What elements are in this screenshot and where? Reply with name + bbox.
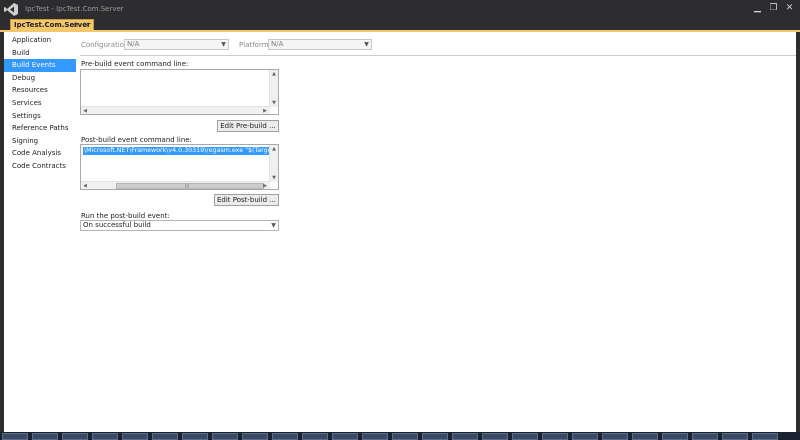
taskbar-start-button[interactable] (2, 433, 28, 440)
taskbar-app-button[interactable] (392, 433, 418, 440)
pin-icon[interactable]: ⊕ (73, 21, 79, 29)
nav-item-build[interactable]: Build (4, 47, 76, 60)
property-nav: Application Build Build Events Debug Res… (4, 34, 76, 173)
nav-item-code-analysis[interactable]: Code Analysis (4, 147, 76, 160)
nav-item-signing[interactable]: Signing (4, 135, 76, 148)
taskbar-app-button[interactable] (272, 433, 298, 440)
taskbar-app-button[interactable] (32, 433, 58, 440)
edit-postbuild-button[interactable]: Edit Post-build ... (214, 194, 279, 206)
scrollbar-thumb[interactable] (116, 183, 264, 189)
platform-label: Platform: (239, 41, 271, 49)
taskbar-app-button[interactable] (632, 433, 658, 440)
scroll-left-icon[interactable]: ◀ (81, 182, 89, 189)
taskbar-app-button[interactable] (692, 433, 718, 440)
taskbar-app-button[interactable] (722, 433, 748, 440)
taskbar-app-button[interactable] (302, 433, 328, 440)
project-properties-page: Application Build Build Events Debug Res… (4, 32, 796, 432)
taskbar-app-button[interactable] (452, 433, 478, 440)
taskbar-app-button[interactable] (122, 433, 148, 440)
prebuild-command-input[interactable]: ▲ ▼ ◀ ▶ (80, 69, 279, 115)
postbuild-label: Post-build event command line: (81, 136, 192, 144)
platform-value: N/A (271, 40, 284, 48)
taskbar-app-button[interactable] (212, 433, 238, 440)
taskbar (0, 432, 800, 440)
taskbar-app-button[interactable] (422, 433, 448, 440)
scroll-right-icon[interactable]: ▶ (261, 107, 269, 114)
scroll-left-icon[interactable]: ◀ (81, 107, 89, 114)
run-postbuild-label: Run the post-build event: (81, 212, 170, 220)
scroll-up-icon[interactable]: ▲ (270, 145, 278, 153)
edit-prebuild-button[interactable]: Edit Pre-build ... (217, 120, 279, 132)
taskbar-app-button[interactable] (62, 433, 88, 440)
prebuild-vertical-scrollbar[interactable]: ▲ ▼ (269, 70, 278, 107)
nav-item-application[interactable]: Application (4, 34, 76, 47)
nav-item-settings[interactable]: Settings (4, 110, 76, 123)
run-postbuild-value: On successful build (83, 221, 151, 229)
chevron-down-icon: ▼ (221, 41, 226, 48)
postbuild-command-input[interactable]: \Microsoft.NET\Framework\v4.0.30319\rega… (80, 144, 279, 190)
scroll-up-icon[interactable]: ▲ (270, 70, 278, 78)
run-postbuild-select[interactable]: On successful build ▼ (80, 220, 279, 231)
nav-item-services[interactable]: Services (4, 97, 76, 110)
platform-select[interactable]: N/A ▼ (268, 39, 372, 50)
close-tab-icon[interactable]: × (83, 20, 90, 29)
close-window-icon[interactable]: ✕ (783, 2, 796, 15)
visual-studio-logo-icon (4, 3, 18, 16)
taskbar-app-button[interactable] (662, 433, 688, 440)
postbuild-command-text: \Microsoft.NET\Framework\v4.0.30319\rega… (83, 147, 278, 155)
nav-item-code-contracts[interactable]: Code Contracts (4, 160, 76, 173)
taskbar-app-button[interactable] (152, 433, 178, 440)
taskbar-app-button[interactable] (92, 433, 118, 440)
document-tab-label: IpcTest.Com.Server (14, 21, 91, 29)
minimize-icon[interactable]: ▁ (751, 2, 764, 15)
prebuild-horizontal-scrollbar[interactable]: ◀ ▶ (81, 106, 270, 114)
taskbar-app-button[interactable] (542, 433, 568, 440)
title-bar: IpcTest - IpcTest.Com.Server ▁ ❐ ✕ (0, 0, 800, 19)
postbuild-vertical-scrollbar[interactable]: ▲ ▼ (269, 145, 278, 182)
taskbar-app-button[interactable] (182, 433, 208, 440)
restore-icon[interactable]: ❐ (767, 2, 780, 15)
scroll-down-icon[interactable]: ▼ (270, 99, 278, 107)
window-title: IpcTest - IpcTest.Com.Server (25, 5, 124, 13)
prebuild-label: Pre-build event command line: (81, 60, 189, 68)
chevron-down-icon: ▼ (271, 222, 276, 229)
taskbar-app-button[interactable] (242, 433, 268, 440)
configuration-select[interactable]: N/A ▼ (124, 39, 229, 50)
taskbar-app-button[interactable] (332, 433, 358, 440)
postbuild-horizontal-scrollbar[interactable]: ◀ ||| ▶ (81, 181, 270, 189)
scroll-right-icon[interactable]: ▶ (261, 182, 269, 189)
nav-item-build-events[interactable]: Build Events (4, 59, 76, 72)
nav-item-resources[interactable]: Resources (4, 84, 76, 97)
scrollbar-grip-icon: ||| (185, 183, 190, 188)
taskbar-app-button[interactable] (602, 433, 628, 440)
nav-item-reference-paths[interactable]: Reference Paths (4, 122, 76, 135)
taskbar-app-button[interactable] (572, 433, 598, 440)
nav-item-debug[interactable]: Debug (4, 72, 76, 85)
taskbar-app-button[interactable] (512, 433, 538, 440)
taskbar-app-button[interactable] (362, 433, 388, 440)
taskbar-app-button[interactable] (482, 433, 508, 440)
separator (80, 55, 796, 56)
chevron-down-icon: ▼ (364, 41, 369, 48)
taskbar-app-button[interactable] (752, 433, 778, 440)
scroll-down-icon[interactable]: ▼ (270, 174, 278, 182)
configuration-value: N/A (127, 40, 140, 48)
